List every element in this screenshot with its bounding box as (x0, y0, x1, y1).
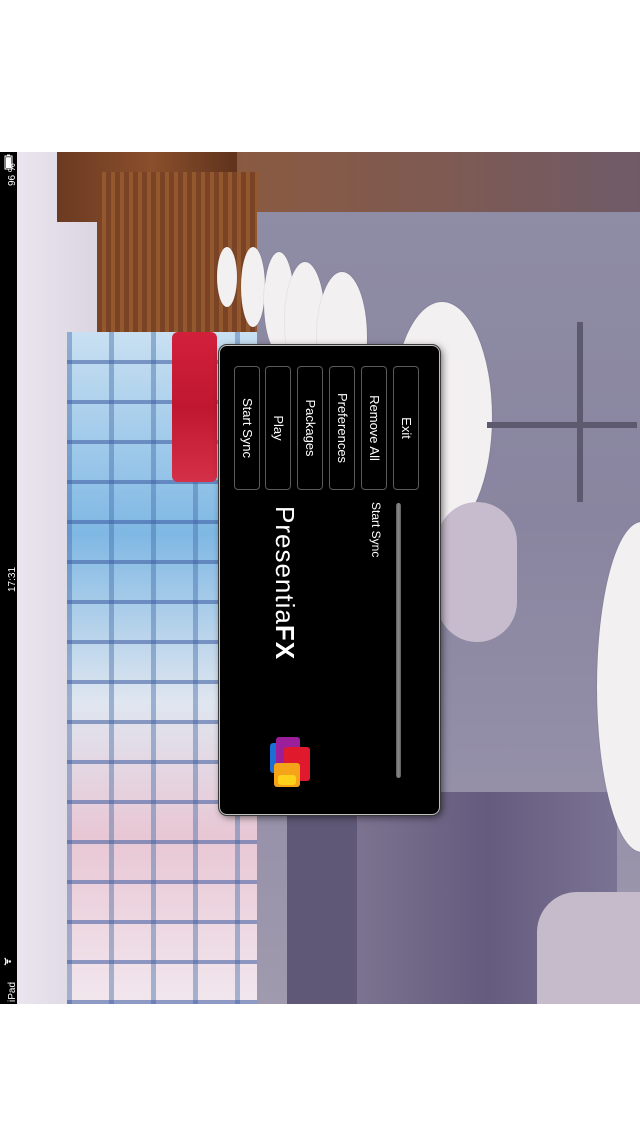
logo-wordmark: PresentiaFX (270, 506, 300, 661)
exit-button[interactable]: Exit (393, 366, 419, 490)
photo-table (217, 247, 237, 307)
wifi-icon (4, 957, 12, 966)
clock-time: 17:31 (7, 566, 18, 592)
photo-table (241, 247, 265, 327)
photo-table-leg (577, 322, 583, 502)
exit-label: Exit (399, 417, 414, 439)
photo-chair (537, 892, 640, 1004)
sync-progress-bar (396, 503, 401, 778)
play-button[interactable]: Play (265, 366, 291, 490)
status-bar: iPad 17:31 96 % (0, 152, 18, 1004)
packages-label: Packages (303, 399, 318, 457)
battery-icon (4, 154, 13, 170)
photo-sofa-back (287, 812, 357, 1004)
logo-squares-icon (264, 733, 310, 788)
logo-square-yellow (278, 775, 296, 785)
photo-red-chairs (172, 332, 217, 482)
photo-table-leg (487, 422, 637, 428)
sync-status-text: Start Sync (369, 502, 383, 558)
remove-all-label: Remove All (367, 395, 382, 461)
photo-chair (437, 502, 517, 642)
remove-all-button[interactable]: Remove All (361, 366, 387, 490)
carrier-label: iPad (7, 981, 18, 1002)
start-sync-button[interactable]: Start Sync (234, 366, 260, 490)
preferences-label: Preferences (335, 392, 350, 464)
ipad-screen: iPad 17:31 96 % Start Sync Play Packages… (0, 152, 640, 1004)
photo-ceiling-beam (237, 152, 640, 212)
presentiafx-logo: PresentiaFX (260, 496, 310, 796)
packages-button[interactable]: Packages (297, 366, 323, 490)
page: iPad 17:31 96 % Start Sync Play Packages… (0, 0, 640, 1136)
start-sync-label: Start Sync (240, 398, 255, 458)
logo-wordmark-fx: FX (270, 624, 300, 661)
play-label: Play (271, 415, 286, 441)
preferences-button[interactable]: Preferences (329, 366, 355, 490)
logo-wordmark-main: Presentia (270, 506, 300, 625)
presentiafx-panel: Start Sync Play Packages Preferences Rem… (219, 345, 440, 815)
